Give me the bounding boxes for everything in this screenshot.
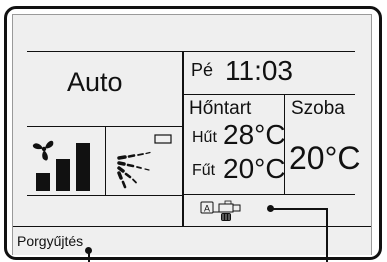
fan-speed-bar-2 — [56, 159, 70, 191]
clock-time: 11:03 — [225, 55, 293, 86]
heat-setpoint-value: 20°C — [223, 153, 286, 184]
clock-divider — [184, 94, 355, 95]
callout-leader-icons-horizontal — [270, 208, 328, 210]
airflow-swing-icon — [117, 134, 172, 189]
bottom-left-divider — [27, 195, 182, 196]
room-temperature-label: Szoba — [291, 98, 345, 119]
cool-setpoint-value: 28°C — [223, 119, 286, 150]
heat-setpoint-label: Fűt — [192, 162, 216, 179]
status-bar-divider — [13, 226, 371, 227]
lcd-screen: Auto Pé 11:03 Hőntart Hűt 28°C Fűt 20°C … — [12, 14, 372, 255]
fan-speed-bar-3 — [76, 143, 90, 191]
callout-leader-icons-vertical — [326, 208, 328, 262]
top-divider — [27, 51, 355, 52]
status-bar-message: Porgyűjtés — [17, 233, 84, 249]
svg-text:A: A — [204, 204, 210, 214]
fan-speed-bar-1 — [36, 173, 50, 191]
room-temperature-value: 20°C — [289, 140, 361, 176]
callout-dot-status-bar — [85, 247, 92, 254]
operation-mode-label: Auto — [67, 67, 123, 97]
setpoint-mode-header: Hőntart — [189, 98, 252, 119]
status-indicators-icon: A — [200, 200, 241, 221]
fan-panel-divider — [105, 126, 106, 195]
cool-setpoint-label: Hűt — [192, 129, 217, 146]
callout-dot-icons — [267, 205, 274, 212]
right-bottom-divider — [184, 194, 355, 195]
center-vertical-divider — [182, 51, 184, 226]
day-of-week: Pé — [191, 60, 214, 80]
fan-speed-icon — [32, 140, 90, 191]
